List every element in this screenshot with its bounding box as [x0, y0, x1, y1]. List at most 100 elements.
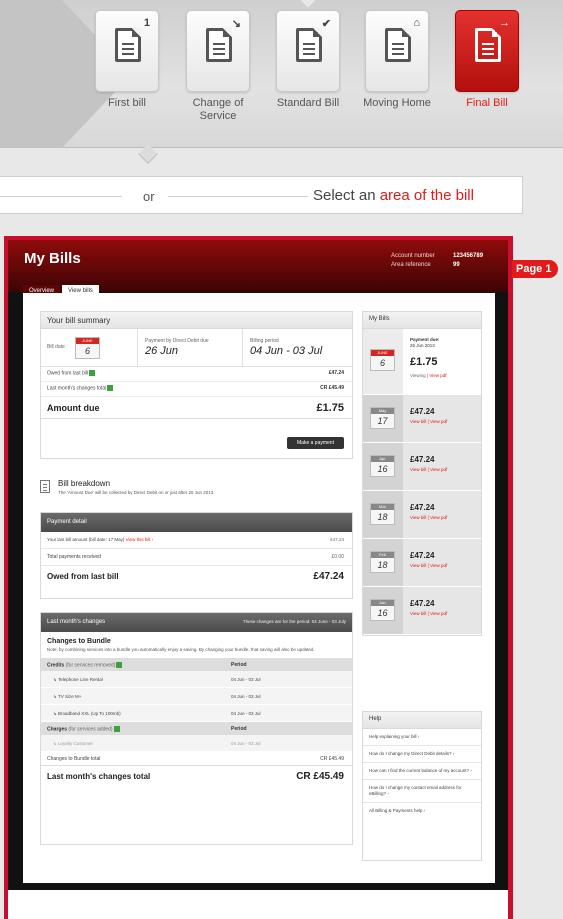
page-badge: Page 1: [512, 260, 558, 278]
view-this-bill-link[interactable]: View this bill ›: [126, 537, 153, 542]
breakdown-subtitle: The 'Amount Due' will be collected by Di…: [58, 490, 215, 495]
view-pdf-link[interactable]: View pdf: [430, 611, 447, 616]
view-pdf-link[interactable]: View pdf: [430, 467, 447, 472]
changes-total-value: CR £45.49: [296, 771, 344, 782]
changes-period-note: These changes are for the period: 04 Jun…: [242, 619, 346, 624]
chevron-right-icon: ›: [452, 751, 455, 756]
calendar-day: 6: [84, 346, 90, 356]
view-bill-link[interactable]: View bill: [410, 419, 426, 424]
chevron-right-icon: ›: [470, 768, 472, 773]
calendar-icon: JUNE 6: [75, 337, 100, 359]
document-icon: [115, 28, 141, 62]
calendar-day: 16: [377, 464, 388, 474]
help-link[interactable]: How do I change my contact email address…: [363, 780, 481, 803]
bill-type-tile[interactable]: ✔: [276, 10, 340, 92]
help-link-text: Help explaining your bill: [369, 734, 417, 739]
view-pdf-link[interactable]: View pdf: [430, 563, 447, 568]
help-link-text: How do I change my contact email address…: [369, 785, 462, 796]
bill-item[interactable]: Mar 18 £47.24 View bill | View pdf: [363, 491, 481, 539]
payment-due-date: 26 Jun 2013: [410, 343, 435, 348]
panel-title: My Bills: [363, 312, 481, 329]
calendar-day: 16: [377, 608, 388, 618]
selector-pointer: [138, 144, 158, 164]
owed-total-row: Owed from last bill £47.24: [41, 566, 352, 588]
payment-due: Payment due: 26 Jun 2013: [410, 337, 440, 349]
info-icon[interactable]: [89, 370, 96, 376]
chevron-right-icon: ›: [387, 791, 389, 796]
document-icon: [385, 28, 411, 62]
bill-type-label: Standard Bill: [276, 97, 340, 109]
calendar-day: 17: [377, 416, 388, 426]
help-link[interactable]: Help explaining your bill ›: [363, 729, 481, 746]
select-area-link[interactable]: Select an area of the bill: [313, 187, 474, 204]
bill-type-tile[interactable]: 1: [95, 10, 159, 92]
owed-total-value: £47.24: [313, 571, 344, 582]
bill-type-tile[interactable]: ↘: [186, 10, 250, 92]
bill-date-label: Bill date: [47, 344, 65, 350]
bill-amount: £47.24: [410, 455, 435, 464]
check-icon: ✔: [321, 18, 331, 30]
view-pdf-link[interactable]: View pdf: [430, 419, 447, 424]
billing-period-label: Billing period: [250, 338, 279, 344]
summary-dates-row: Bill date JUNE 6 Payment by Direct Debit…: [41, 329, 352, 367]
help-link[interactable]: How can I find the current balance of my…: [363, 763, 481, 780]
info-icon[interactable]: [107, 385, 114, 391]
bill-links: Viewing | View pdf: [410, 373, 447, 378]
bill-breakdown: Bill breakdown The 'Amount Due' will be …: [40, 479, 353, 504]
bill-type-first-bill[interactable]: 1 First bill: [90, 10, 164, 110]
bill-type-tile[interactable]: ⌂: [365, 10, 429, 92]
help-link[interactable]: All Billing & Payments help ›: [363, 803, 481, 819]
card-header: Last month's changes These changes are f…: [41, 613, 352, 632]
bill-type-standard-bill[interactable]: ✔ Standard Bill: [271, 10, 345, 110]
changes-total-label: Last month's changes total: [47, 772, 151, 781]
table-row: ↳ Broadband XXL (Up To 100mb) 04 Jun - 0…: [41, 705, 352, 722]
changes-label: Last month's changes total: [47, 385, 107, 392]
help-link[interactable]: How do I change my Direct Debit details?…: [363, 746, 481, 763]
bill-type-label: Final Bill: [466, 97, 508, 109]
bill-item[interactable]: May 17 £47.24 View bill | View pdf: [363, 395, 481, 443]
info-icon[interactable]: [113, 726, 120, 732]
bundle-total-label: Changes to Bundle total: [47, 756, 101, 762]
current-bill-item[interactable]: JUNE 6 Payment due: 26 Jun 2013 £1.75 Vi…: [363, 329, 481, 395]
bill-item[interactable]: Jan 16 £47.24 View bill | View pdf: [363, 587, 481, 635]
document-icon: [296, 28, 322, 62]
my-bills-panel: My Bills JUNE 6 Payment due: 26 Jun 2013…: [362, 311, 482, 636]
view-bill-link[interactable]: View bill: [410, 563, 426, 568]
changes-total-row: Last month's changes total CR £45.49: [41, 766, 352, 788]
view-pdf-link[interactable]: View pdf: [430, 515, 447, 520]
info-icon[interactable]: [116, 662, 123, 668]
service-name: Telephone Line Rental: [57, 677, 103, 682]
view-pdf-link[interactable]: View pdf: [429, 373, 446, 378]
charges-sub: (for services added): [68, 726, 113, 733]
period-column-header: Period: [231, 662, 247, 668]
view-bill-link[interactable]: View bill: [410, 467, 426, 472]
panel-title: Help: [363, 712, 481, 729]
bill-item[interactable]: Apr 16 £47.24 View bill | View pdf: [363, 443, 481, 491]
view-bill-link[interactable]: View bill: [410, 515, 426, 520]
bill-type-tile-active[interactable]: →: [455, 10, 519, 92]
last-bill-value: £47.24: [330, 537, 344, 542]
last-bill-label: Your last bill amount (bill date: 17 May…: [47, 537, 125, 542]
payments-label: Total payments received: [47, 554, 101, 560]
bill-type-moving-home[interactable]: ⌂ Moving Home: [360, 10, 434, 110]
view-bill-link[interactable]: View bill: [410, 611, 426, 616]
payment-due-label: Payment by Direct Debit due: [145, 338, 209, 344]
payment-detail-card: Payment detail Your last bill amount (bi…: [40, 512, 353, 599]
account-number-label: Account number: [391, 253, 435, 259]
bill-links: View bill | View pdf: [410, 515, 448, 520]
bill-item[interactable]: Feb 18 £47.24 View bill | View pdf: [363, 539, 481, 587]
bill-amount: £47.24: [410, 503, 435, 512]
bill-date-cell: Bill date JUNE 6: [41, 329, 138, 367]
calendar-day: 18: [377, 560, 388, 570]
make-payment-button[interactable]: Make a payment: [287, 437, 344, 449]
or-label: or: [143, 189, 155, 204]
bill-type-final-bill[interactable]: → Final Bill: [450, 10, 524, 110]
bill-amount: £1.75: [410, 356, 438, 368]
bill-amount: £47.24: [410, 599, 435, 608]
area-reference-label: Area reference: [391, 262, 431, 268]
calendar-icon: Apr 16: [370, 455, 395, 477]
table-row: ↳ TV Size M+ 04 Jun - 03 Jul: [41, 688, 352, 705]
service-period: 04 Jun - 03 Jul: [231, 711, 261, 716]
bill-type-change-of-service[interactable]: ↘ Change of Service: [181, 10, 255, 123]
tab-bar: Overview View bills: [23, 279, 101, 297]
